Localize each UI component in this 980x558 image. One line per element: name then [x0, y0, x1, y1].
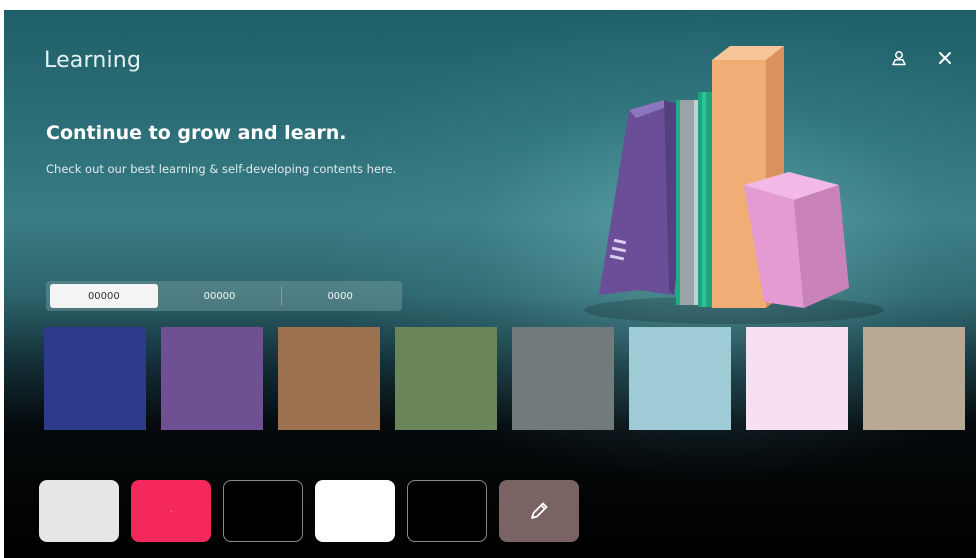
tool-button-row: -	[39, 480, 579, 542]
gray-book-shape	[676, 100, 698, 305]
pink-button-label: -	[169, 507, 173, 515]
swatch-navy[interactable]	[44, 327, 146, 430]
swatch-gray[interactable]	[512, 327, 614, 430]
color-swatch-row	[44, 327, 965, 430]
tab-3[interactable]: 0000	[282, 284, 398, 308]
swatch-light-pink[interactable]	[746, 327, 848, 430]
page-title: Learning	[44, 48, 142, 73]
pink-button[interactable]: -	[131, 480, 211, 542]
user-icon[interactable]	[887, 46, 911, 70]
category-tabs: 00000 00000 0000	[46, 281, 402, 311]
swatch-beige[interactable]	[863, 327, 965, 430]
close-icon[interactable]	[933, 46, 957, 70]
black-button[interactable]	[223, 480, 303, 542]
tab-1[interactable]: 00000	[50, 284, 158, 308]
hero-description: Check out our best learning & self-devel…	[46, 162, 397, 176]
white-button[interactable]	[315, 480, 395, 542]
green-book-shape	[698, 92, 712, 307]
swatch-brown[interactable]	[278, 327, 380, 430]
swatch-green[interactable]	[395, 327, 497, 430]
light-gray-button[interactable]	[39, 480, 119, 542]
black-outline-button[interactable]	[407, 480, 487, 542]
swatch-light-blue[interactable]	[629, 327, 731, 430]
swatch-purple[interactable]	[161, 327, 263, 430]
tab-2[interactable]: 00000	[158, 284, 282, 308]
edit-button[interactable]	[499, 480, 579, 542]
screen: Learning Continue to grow and learn. Che…	[0, 0, 980, 558]
pencil-icon	[531, 502, 548, 519]
hero-headline: Continue to grow and learn.	[46, 122, 347, 144]
learning-panel: Learning Continue to grow and learn. Che…	[4, 10, 976, 558]
books-illustration	[584, 46, 884, 324]
